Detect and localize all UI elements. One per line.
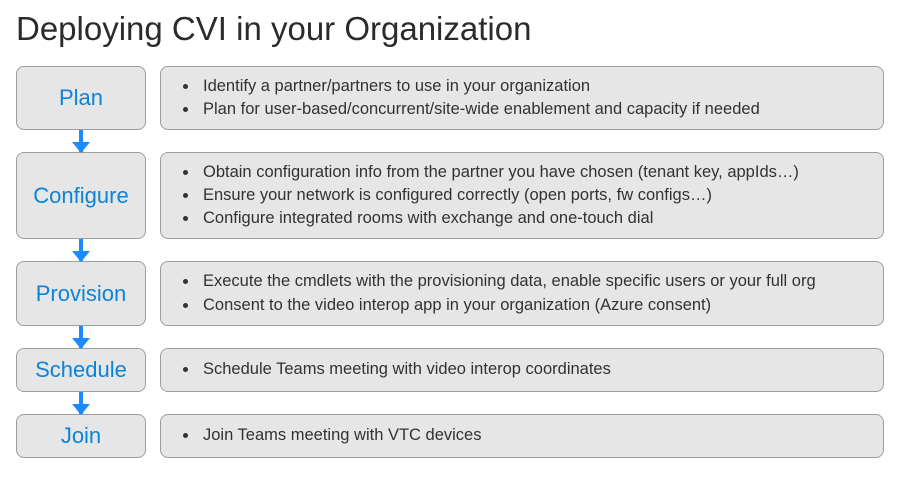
- step-label: Join: [61, 423, 101, 449]
- step-row-configure: Configure Obtain configuration info from…: [16, 152, 884, 239]
- arrow-head-icon: [72, 142, 90, 153]
- step-box-configure: Configure: [16, 152, 146, 239]
- desc-item: Ensure your network is configured correc…: [199, 184, 799, 207]
- arrow-row: [16, 130, 884, 152]
- step-row-join: Join Join Teams meeting with VTC devices: [16, 414, 884, 458]
- desc-box-schedule: Schedule Teams meeting with video intero…: [160, 348, 884, 392]
- desc-box-plan: Identify a partner/partners to use in yo…: [160, 66, 884, 130]
- desc-item: Join Teams meeting with VTC devices: [199, 424, 481, 447]
- step-label: Configure: [33, 183, 128, 209]
- arrow-head-icon: [72, 251, 90, 262]
- desc-item: Plan for user-based/concurrent/site-wide…: [199, 98, 760, 121]
- step-label: Provision: [36, 281, 126, 307]
- desc-item: Configure integrated rooms with exchange…: [199, 207, 799, 230]
- arrow-row: [16, 326, 884, 348]
- desc-box-provision: Execute the cmdlets with the provisionin…: [160, 261, 884, 325]
- step-box-plan: Plan: [16, 66, 146, 130]
- desc-box-join: Join Teams meeting with VTC devices: [160, 414, 884, 458]
- step-box-join: Join: [16, 414, 146, 458]
- page-title: Deploying CVI in your Organization: [16, 10, 884, 48]
- desc-item: Identify a partner/partners to use in yo…: [199, 75, 760, 98]
- arrow-row: [16, 392, 884, 414]
- step-label: Plan: [59, 85, 103, 111]
- desc-item: Obtain configuration info from the partn…: [199, 161, 799, 184]
- step-label: Schedule: [35, 357, 127, 383]
- desc-item: Schedule Teams meeting with video intero…: [199, 358, 611, 381]
- step-row-schedule: Schedule Schedule Teams meeting with vid…: [16, 348, 884, 392]
- desc-item: Execute the cmdlets with the provisionin…: [199, 270, 816, 293]
- desc-box-configure: Obtain configuration info from the partn…: [160, 152, 884, 239]
- step-box-schedule: Schedule: [16, 348, 146, 392]
- arrow-head-icon: [72, 338, 90, 349]
- step-row-provision: Provision Execute the cmdlets with the p…: [16, 261, 884, 325]
- step-box-provision: Provision: [16, 261, 146, 325]
- arrow-row: [16, 239, 884, 261]
- process-diagram: Plan Identify a partner/partners to use …: [16, 66, 884, 458]
- arrow-head-icon: [72, 404, 90, 415]
- step-row-plan: Plan Identify a partner/partners to use …: [16, 66, 884, 130]
- desc-item: Consent to the video interop app in your…: [199, 294, 816, 317]
